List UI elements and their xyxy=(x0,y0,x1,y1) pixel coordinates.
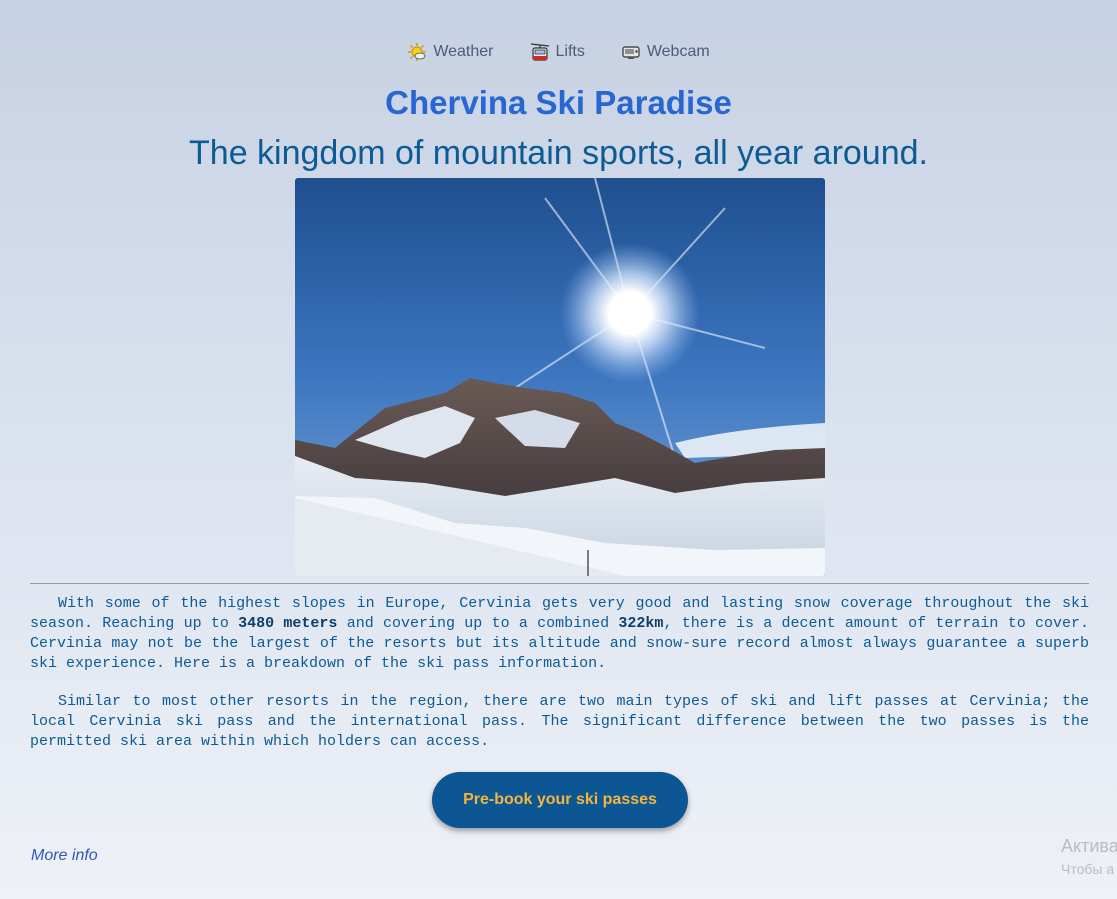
activation-watermark: Актива Чтобы а xyxy=(1061,836,1117,877)
page-title: Chervina Ski Paradise xyxy=(385,84,732,121)
nav-webcam-link[interactable]: Webcam xyxy=(621,42,710,62)
webcam-icon xyxy=(622,46,640,59)
page-subtitle: The kingdom of mountain sports, all year… xyxy=(189,134,928,172)
nav-webcam-label: Webcam xyxy=(646,43,710,60)
altitude-value: 3480 meters xyxy=(238,615,338,632)
distance-value: 322km xyxy=(618,615,664,632)
intro-text-2: and covering up to a combined xyxy=(337,615,619,632)
mountain-photo xyxy=(295,178,825,576)
mountain-sun-image xyxy=(295,178,825,576)
nav-weather-link[interactable]: Weather xyxy=(407,42,494,62)
nav-weather-label: Weather xyxy=(433,43,494,60)
passes-paragraph: Similar to most other resorts in the reg… xyxy=(30,693,1089,750)
nav-lifts-link[interactable]: Lifts xyxy=(530,42,585,62)
prebook-ski-passes-button[interactable]: Pre-book your ski passes xyxy=(432,772,688,828)
cable-car-icon xyxy=(530,43,549,61)
intro-paragraph: With some of the highest slopes in Europ… xyxy=(30,594,1089,674)
more-info-link[interactable]: More info xyxy=(31,847,98,865)
top-nav: Weather Lifts Webcam xyxy=(0,42,1117,62)
sun-cloud-icon xyxy=(408,43,427,61)
content-divider xyxy=(30,583,1089,584)
watermark-line-1: Актива xyxy=(1061,836,1117,856)
watermark-line-2: Чтобы а xyxy=(1061,861,1115,877)
nav-lifts-label: Lifts xyxy=(555,43,585,60)
